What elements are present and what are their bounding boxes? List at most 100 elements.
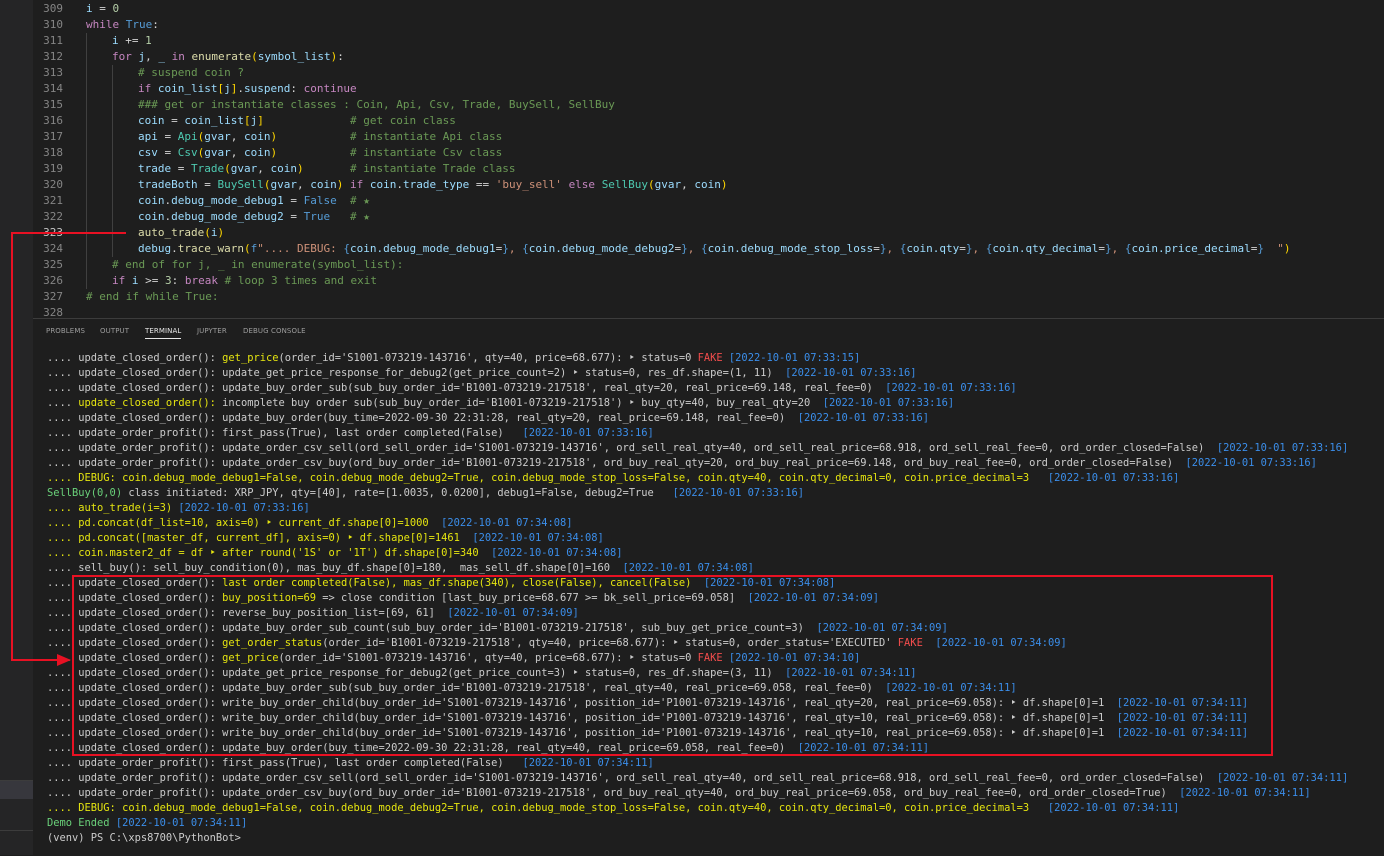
line-number: 316 — [43, 114, 63, 127]
code-token: coin — [244, 146, 271, 159]
code-editor[interactable]: 309 i = 0 310 while True: 311 i += 1 312 for j,… — [33, 0, 1384, 318]
tab-debug-console[interactable]: DEBUG CONSOLE — [243, 327, 306, 335]
code-token: } — [681, 242, 688, 255]
code-token: # loop 3 times and exit — [224, 274, 377, 287]
line-number: 313 — [43, 66, 63, 79]
terminal-text: .... pd.concat([master_df, current_df], … — [47, 532, 473, 544]
timestamp: [2022-10-01 07:34:11] — [115, 817, 248, 829]
code-token: # instantiate Csv class — [349, 146, 503, 159]
terminal-text: class initiated: XRP_JPY, qty=[40], rate… — [122, 487, 673, 499]
terminal-text: .... update_closed_order(): — [47, 352, 223, 364]
code-token: = — [283, 194, 304, 207]
indent-guide — [86, 177, 87, 193]
sidebar-selected-item[interactable] — [0, 781, 33, 799]
code-token: symbol_list — [257, 50, 331, 63]
code-text: csv = Csv(gvar, coin) # instantiate Csv … — [138, 145, 502, 161]
terminal-text: FAKE — [697, 352, 723, 364]
line-number: 318 — [43, 146, 63, 159]
code-token: _ — [158, 50, 165, 63]
terminal-text: .... update_order_profit(): first_pass(T… — [47, 757, 523, 769]
code-token: SellBuy — [601, 178, 649, 191]
code-token: ### get or instantiate classes : Coin, A… — [138, 98, 615, 111]
code-token: gvar — [230, 162, 258, 175]
terminal-text: .... update_closed_order(): update_buy_o… — [47, 382, 886, 394]
tab-output[interactable]: OUTPUT — [100, 327, 129, 335]
terminal-line: .... update_order_profit(): first_pass(T… — [47, 426, 1348, 441]
terminal-text: .... — [47, 397, 79, 409]
terminal-line: .... update_order_profit(): first_pass(T… — [47, 756, 1348, 771]
tab-terminal[interactable]: TERMINAL — [145, 327, 182, 339]
code-token: = — [171, 162, 191, 175]
indent-guide — [112, 193, 113, 209]
code-token: coin.debug_mode_debug2 — [528, 242, 675, 255]
code-token: # instantiate Api class — [349, 130, 503, 143]
code-token: = — [164, 114, 185, 127]
code-token: in — [171, 50, 185, 63]
timestamp: [2022-10-01 07:34:08] — [441, 517, 573, 529]
indent-guide — [112, 241, 113, 257]
terminal-text: (order_id='S1001-073219-143716', qty=40,… — [278, 352, 698, 364]
terminal-line: .... DEBUG: coin.debug_mode_debug1=False… — [47, 801, 1348, 816]
code-token: ( — [204, 226, 211, 239]
code-token: , — [230, 146, 244, 159]
code-token: i — [131, 274, 139, 287]
code-token: ) — [1283, 242, 1291, 255]
code-token: trade_type — [402, 178, 470, 191]
code-token: { — [522, 242, 529, 255]
terminal-line: .... update_closed_order(): get_price(or… — [47, 351, 1348, 366]
code-token: coin.price_decimal — [1131, 242, 1251, 255]
code-token: : — [290, 82, 304, 95]
terminal-line: .... update_closed_order(): update_get_p… — [47, 366, 1348, 381]
timestamp: [2022-10-01 07:33:16] — [178, 502, 310, 514]
tab-problems[interactable]: PROBLEMS — [46, 327, 85, 335]
terminal-line: .... update_order_profit(): update_order… — [47, 786, 1348, 801]
line-number: 326 — [43, 274, 63, 287]
terminal-text: incomplete buy order sub(sub_buy_order_i… — [215, 397, 823, 409]
code-token: True — [125, 18, 153, 31]
code-token: = — [873, 242, 880, 255]
terminal-line: .... DEBUG: coin.debug_mode_debug1=False… — [47, 471, 1348, 486]
code-token: , — [230, 130, 244, 143]
terminal-line: (venv) PS C:\xps8700\PythonBot> — [47, 831, 1348, 846]
code-token: } — [502, 242, 509, 255]
code-text: i += 1 — [112, 33, 152, 49]
indent-guide — [112, 145, 113, 161]
code-token: coin — [270, 162, 298, 175]
code-token: debug_mode_debug1 — [171, 194, 284, 207]
indent-guide — [86, 49, 87, 65]
indent-guide — [112, 97, 113, 113]
terminal-line: .... update_order_profit(): update_order… — [47, 771, 1348, 786]
line-number: 310 — [43, 18, 63, 31]
code-token: coin.debug_mode_stop_loss — [707, 242, 874, 255]
line-number: 322 — [43, 210, 63, 223]
code-token: i — [86, 2, 93, 15]
timestamp: [2022-10-01 07:33:16] — [1185, 457, 1317, 469]
terminal-line: .... update_closed_order(): incomplete b… — [47, 396, 1348, 411]
code-token: = — [92, 2, 113, 15]
timestamp: [2022-10-01 07:33:16] — [522, 427, 654, 439]
code-token: coin_list — [184, 114, 244, 127]
timestamp: [2022-10-01 07:34:08] — [472, 532, 604, 544]
indent-guide — [86, 81, 87, 97]
terminal-text: .... pd.concat(df_list=10, axis=0) ‣ cur… — [47, 517, 442, 529]
code-token: # get coin class — [349, 114, 456, 127]
indent-guide — [112, 129, 113, 145]
code-text: coin.debug_mode_debug2 = True # ★ — [138, 209, 370, 225]
timestamp: [2022-10-01 07:33:16] — [1047, 472, 1180, 484]
terminal-text: .... update_order_profit(): first_pass(T… — [47, 427, 523, 439]
code-token: += — [118, 34, 146, 47]
code-token: , — [972, 242, 986, 255]
code-token: = — [197, 178, 218, 191]
code-token: , — [687, 242, 701, 255]
tab-jupyter[interactable]: JUPYTER — [197, 327, 227, 335]
code-text: if coin_list[j].suspend: continue — [138, 81, 357, 97]
code-token: 'buy_sell' — [495, 178, 562, 191]
indent-guide — [86, 97, 87, 113]
timestamp: [2022-10-01 07:33:16] — [822, 397, 955, 409]
code-text: i = 0 — [86, 1, 119, 17]
terminal-line: .... auto_trade(i=3) [2022-10-01 07:33:1… — [47, 501, 1348, 516]
timestamp: [2022-10-01 07:33:16] — [885, 382, 1017, 394]
